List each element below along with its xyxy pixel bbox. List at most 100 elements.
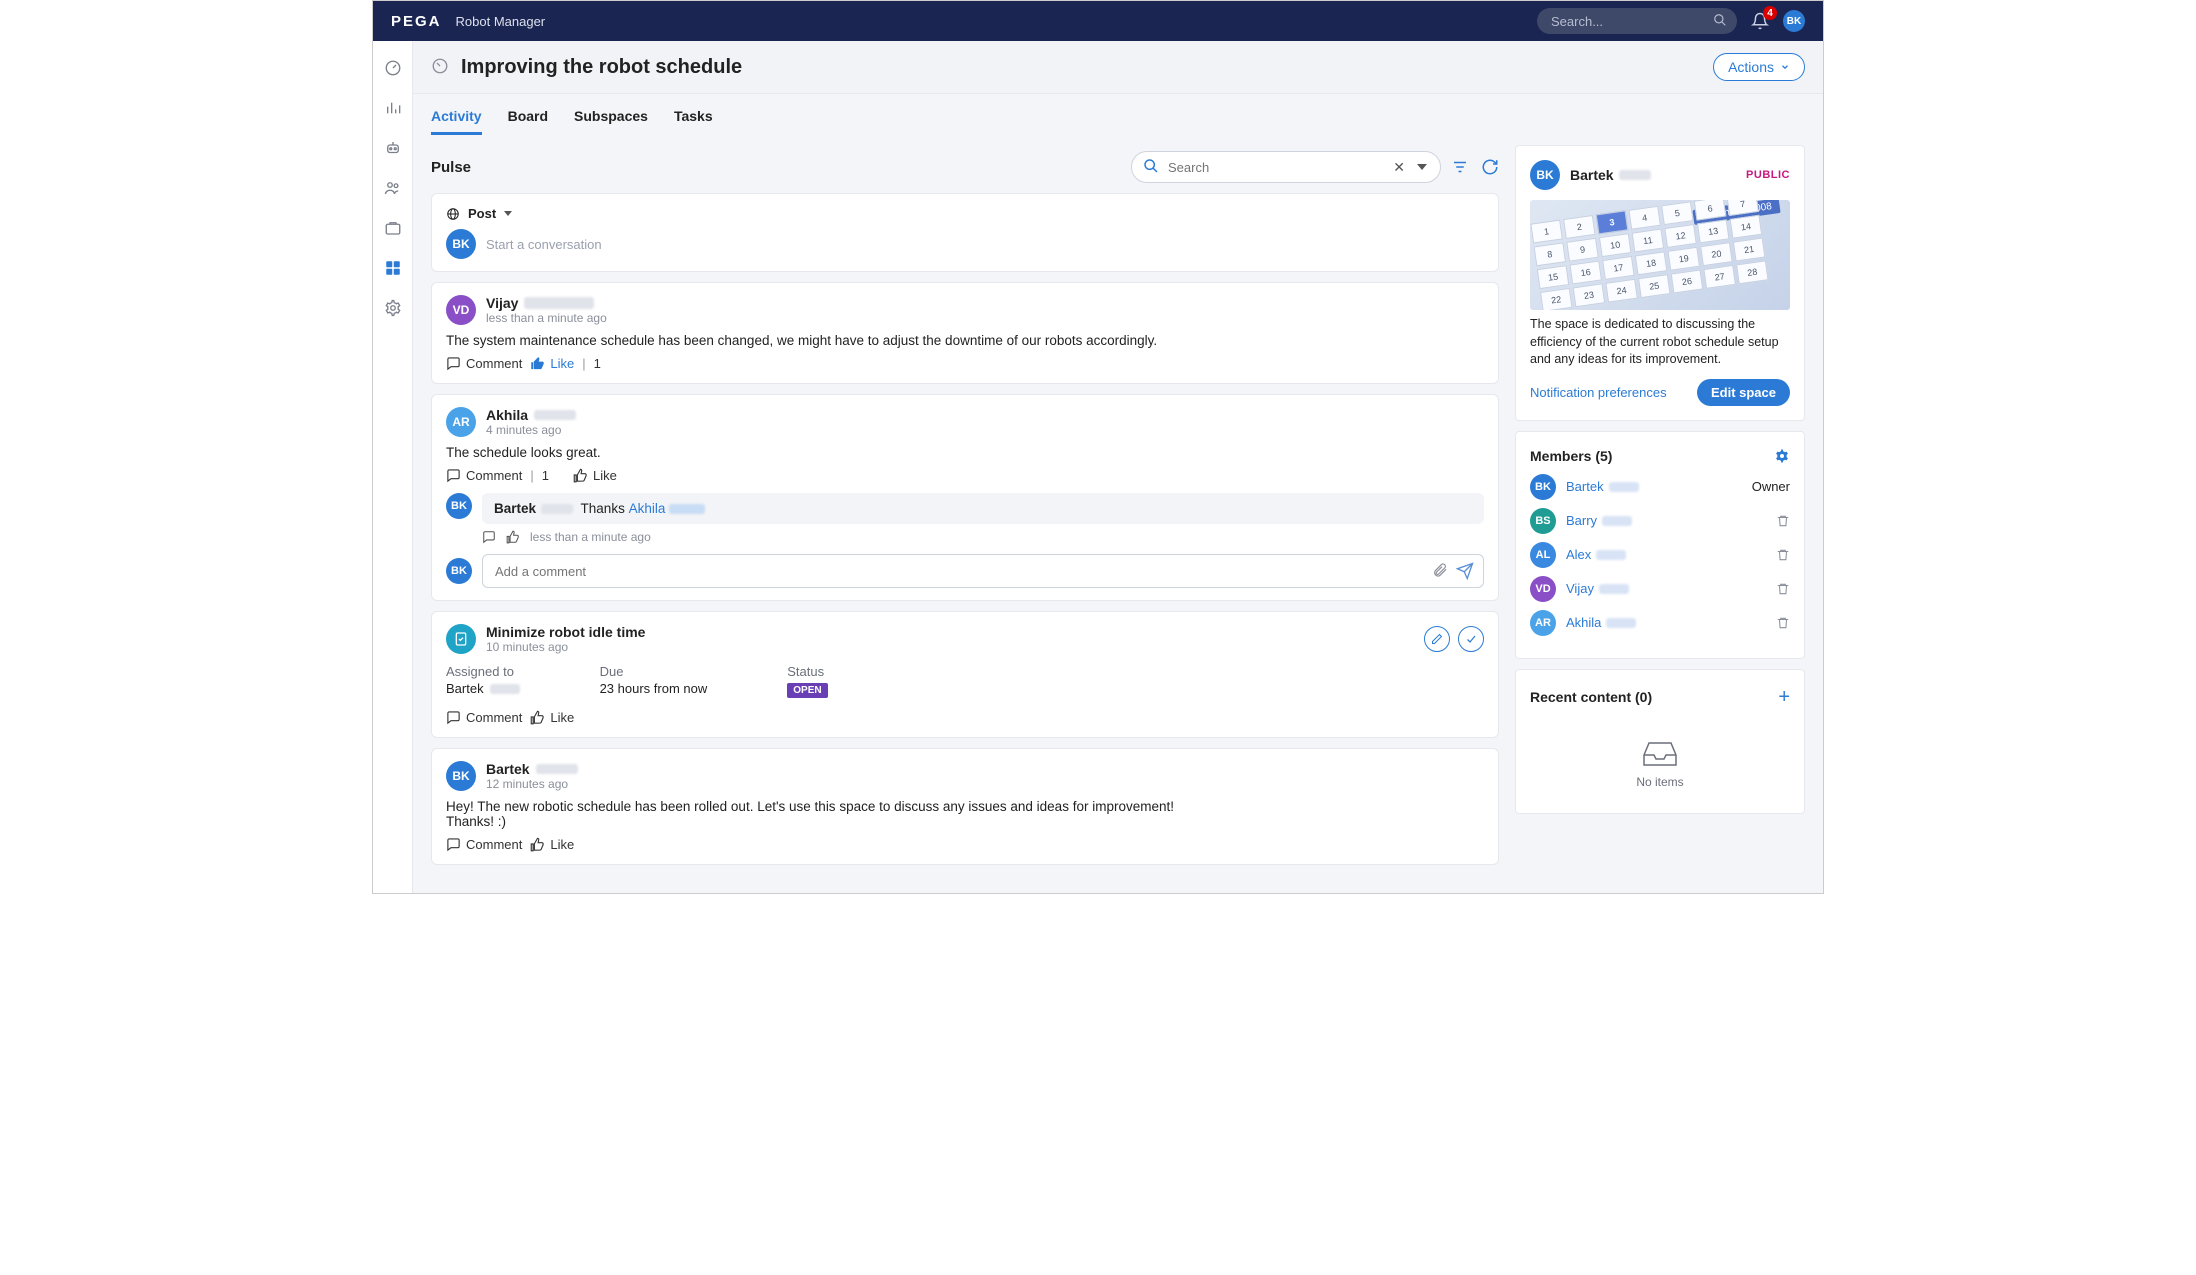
back-icon[interactable] xyxy=(431,57,451,77)
post-avatar: AR xyxy=(446,407,476,437)
member-name[interactable]: Bartek xyxy=(1566,479,1639,494)
member-row: AR Akhila xyxy=(1530,610,1790,636)
assigned-value: Bartek xyxy=(446,681,520,696)
send-icon[interactable] xyxy=(1456,562,1474,580)
nav-robot-icon[interactable] xyxy=(384,139,402,157)
remove-member-icon[interactable] xyxy=(1776,548,1790,562)
comment-input[interactable] xyxy=(482,554,1484,588)
filter-icon[interactable] xyxy=(1451,158,1469,176)
like-button[interactable]: Like xyxy=(530,710,574,725)
post-author: Vijay xyxy=(486,295,607,311)
compose-card: Post BK Start a conversation xyxy=(431,193,1499,272)
post-avatar: VD xyxy=(446,295,476,325)
status-label: Status xyxy=(787,664,827,679)
members-label: Members (5) xyxy=(1530,448,1612,464)
remove-member-icon[interactable] xyxy=(1776,616,1790,630)
post-type-dropdown[interactable]: Post xyxy=(446,206,1484,221)
add-content-icon[interactable]: + xyxy=(1778,686,1790,709)
comment-count: 1 xyxy=(542,468,549,483)
recent-label: Recent content (0) xyxy=(1530,689,1652,705)
due-label: Due xyxy=(600,664,708,679)
space-info-card: BK Bartek PUBLIC November 2008 1234567 8… xyxy=(1515,145,1805,421)
search-icon xyxy=(1713,13,1727,27)
task-time: 10 minutes ago xyxy=(486,640,645,654)
post-author: Akhila xyxy=(486,407,576,423)
reply-body: Bartek Thanks Akhila xyxy=(482,493,1484,524)
recent-content-card: Recent content (0) + No items xyxy=(1515,669,1805,814)
empty-text: No items xyxy=(1636,775,1683,789)
post-time: 12 minutes ago xyxy=(486,777,578,791)
assigned-label: Assigned to xyxy=(446,664,520,679)
member-name[interactable]: Vijay xyxy=(1566,581,1629,596)
complete-task-button[interactable] xyxy=(1458,626,1484,652)
post-time: less than a minute ago xyxy=(486,311,607,325)
reply-like-icon[interactable] xyxy=(506,530,520,544)
compose-avatar: BK xyxy=(446,229,476,259)
tab-board[interactable]: Board xyxy=(508,108,548,135)
members-settings-icon[interactable] xyxy=(1774,448,1790,464)
post-avatar: BK xyxy=(446,761,476,791)
like-button[interactable]: Like xyxy=(530,837,574,852)
comment-button[interactable]: Comment xyxy=(446,710,522,725)
task-card: Minimize robot idle time 10 minutes ago … xyxy=(431,611,1499,738)
actions-button[interactable]: Actions xyxy=(1713,53,1805,81)
member-row: BS Barry xyxy=(1530,508,1790,534)
reply-time: less than a minute ago xyxy=(530,530,651,544)
chevron-down-icon[interactable] xyxy=(1417,164,1427,170)
due-value: 23 hours from now xyxy=(600,681,708,696)
like-button[interactable]: Like xyxy=(573,468,617,483)
member-avatar: BS xyxy=(1530,508,1556,534)
nav-package-icon[interactable] xyxy=(384,219,402,237)
comment-button[interactable]: Comment xyxy=(446,837,522,852)
tab-activity[interactable]: Activity xyxy=(431,108,482,135)
notification-bell[interactable]: 4 xyxy=(1751,12,1769,30)
user-avatar[interactable]: BK xyxy=(1783,10,1805,32)
reply-avatar: BK xyxy=(446,493,472,519)
tab-subspaces[interactable]: Subspaces xyxy=(574,108,648,135)
member-name[interactable]: Barry xyxy=(1566,513,1632,528)
attach-icon[interactable] xyxy=(1432,562,1448,578)
member-name[interactable]: Alex xyxy=(1566,547,1626,562)
nav-settings-icon[interactable] xyxy=(384,299,402,317)
space-image: November 2008 1234567 891011121314 15161… xyxy=(1530,200,1790,310)
comment-button[interactable]: Comment xyxy=(446,356,522,371)
brand-logo: PEGA xyxy=(391,13,442,30)
reply-comment-icon[interactable] xyxy=(482,530,496,544)
post-body: The schedule looks great. xyxy=(446,445,1484,460)
edit-task-button[interactable] xyxy=(1424,626,1450,652)
like-button[interactable]: Like xyxy=(530,356,574,371)
pulse-search[interactable]: ✕ xyxy=(1131,151,1441,183)
members-card: Members (5) BK Bartek OwnerBS Barry AL A… xyxy=(1515,431,1805,659)
task-title[interactable]: Minimize robot idle time xyxy=(486,624,645,640)
task-icon xyxy=(446,624,476,654)
global-search-input[interactable] xyxy=(1537,8,1737,34)
mention-link[interactable]: Akhila xyxy=(629,501,706,516)
nav-analytics-icon[interactable] xyxy=(384,99,402,117)
notification-count: 4 xyxy=(1763,6,1777,20)
like-count: 1 xyxy=(594,356,601,371)
post-time: 4 minutes ago xyxy=(486,423,576,437)
edit-space-button[interactable]: Edit space xyxy=(1697,379,1790,406)
space-owner-avatar: BK xyxy=(1530,160,1560,190)
comment-button[interactable]: Comment xyxy=(446,468,522,483)
post-body: Hey! The new robotic schedule has been r… xyxy=(446,799,1484,829)
globe-icon xyxy=(446,207,460,221)
nav-dashboard-icon[interactable] xyxy=(384,59,402,77)
nav-spaces-icon[interactable] xyxy=(384,259,402,277)
remove-member-icon[interactable] xyxy=(1776,582,1790,596)
refresh-icon[interactable] xyxy=(1481,158,1499,176)
member-name[interactable]: Akhila xyxy=(1566,615,1636,630)
visibility-badge: PUBLIC xyxy=(1746,169,1790,181)
post-author: Bartek xyxy=(486,761,578,777)
global-search[interactable] xyxy=(1537,8,1737,34)
pulse-label: Pulse xyxy=(431,159,1121,176)
post-card: VD Vijay less than a minute ago The syst… xyxy=(431,282,1499,384)
remove-member-icon[interactable] xyxy=(1776,514,1790,528)
tab-tasks[interactable]: Tasks xyxy=(674,108,713,135)
space-description: The space is dedicated to discussing the… xyxy=(1530,316,1790,369)
member-row: VD Vijay xyxy=(1530,576,1790,602)
nav-users-icon[interactable] xyxy=(384,179,402,197)
compose-input[interactable]: Start a conversation xyxy=(486,237,602,252)
clear-icon[interactable]: ✕ xyxy=(1393,159,1405,176)
notification-prefs-link[interactable]: Notification preferences xyxy=(1530,385,1667,400)
